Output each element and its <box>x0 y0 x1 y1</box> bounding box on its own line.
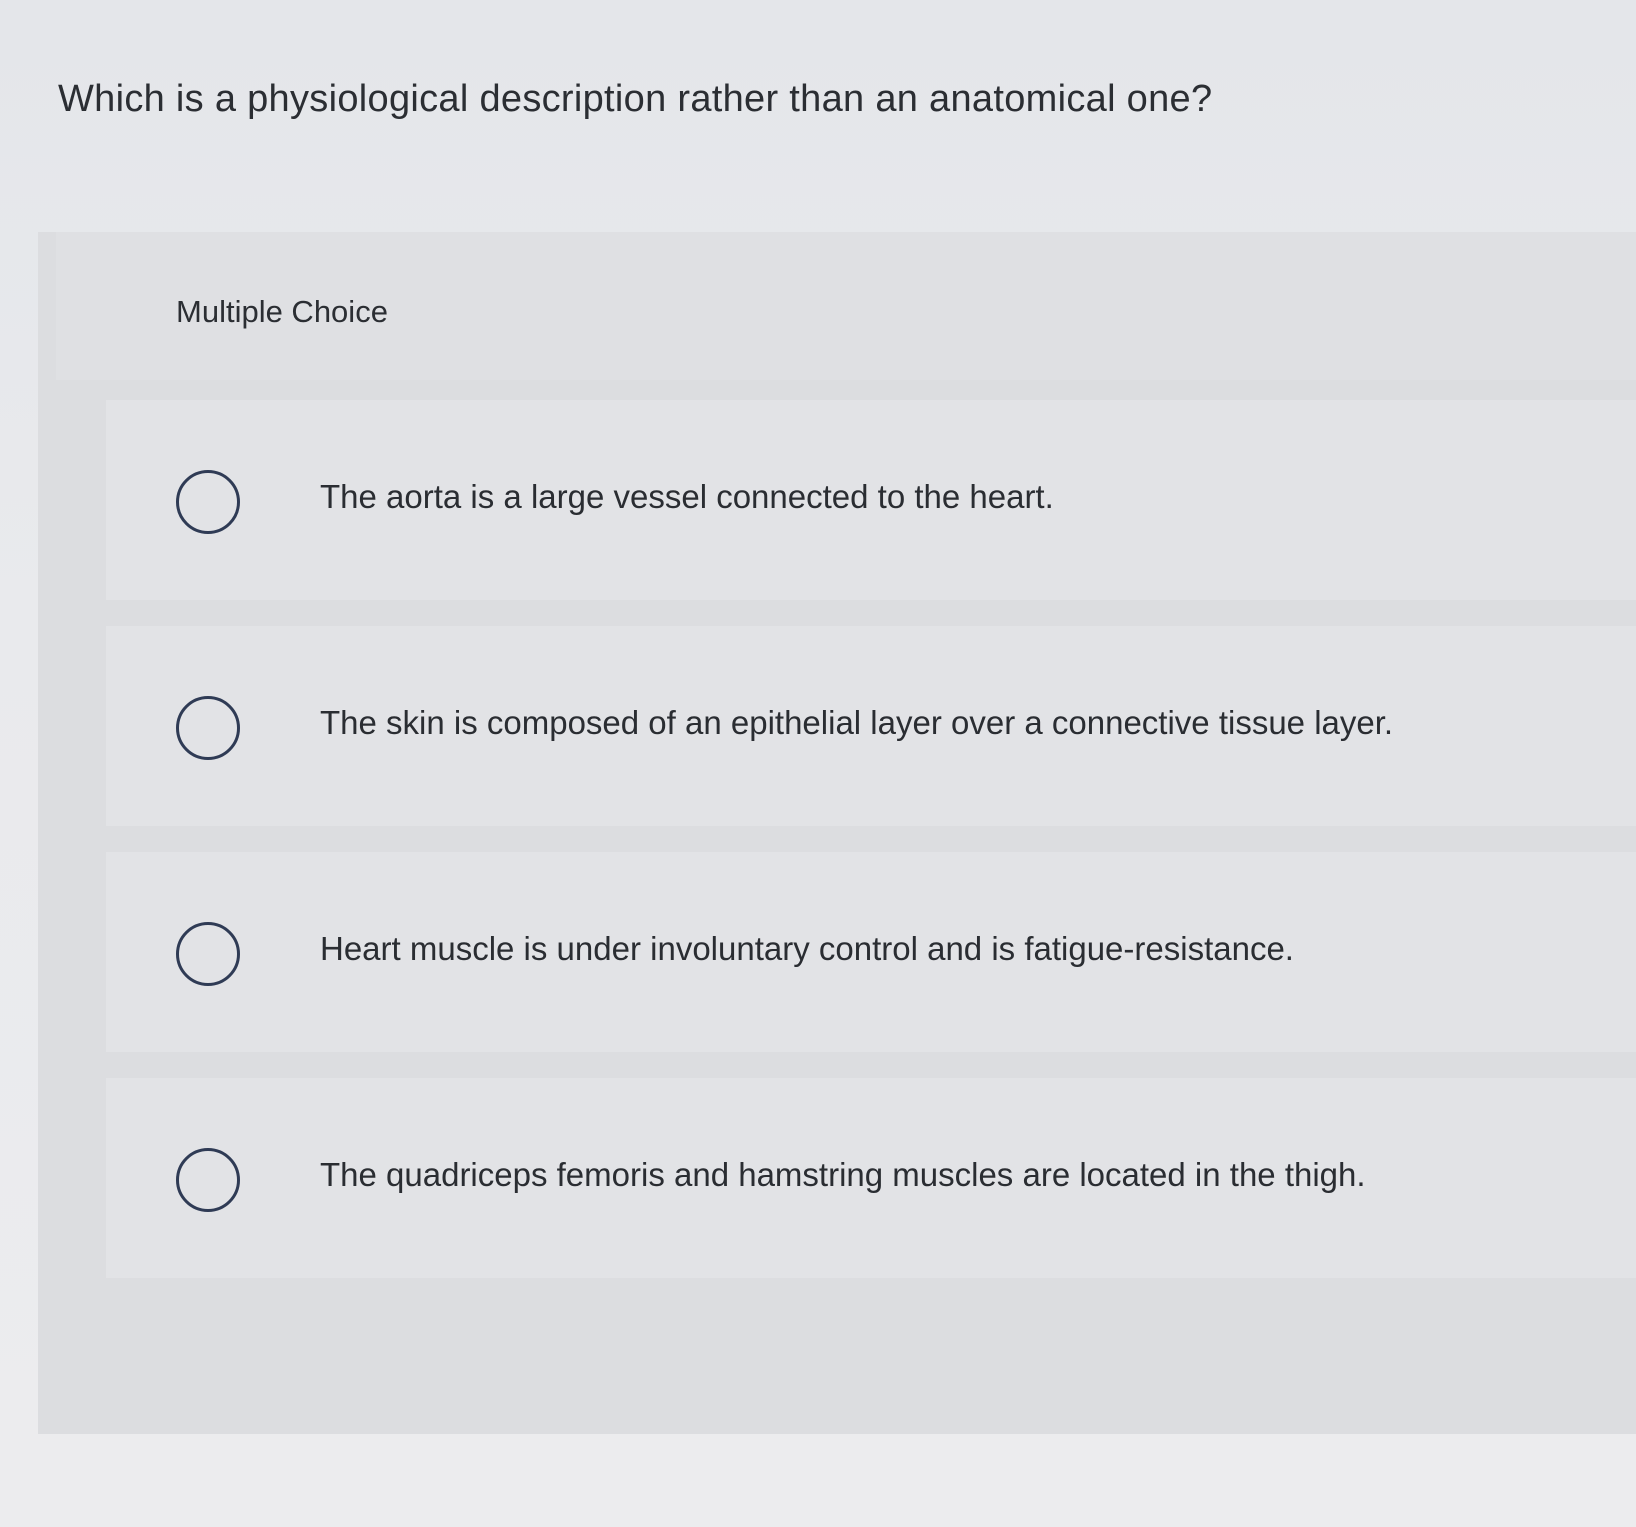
answer-option-label: The quadriceps femoris and hamstring mus… <box>320 1156 1366 1193</box>
answer-option-2[interactable]: The skin is composed of an epithelial la… <box>106 626 1636 826</box>
answer-option-label: The skin is composed of an epithelial la… <box>320 704 1394 741</box>
answer-option-3[interactable]: Heart muscle is under involuntary contro… <box>106 852 1636 1052</box>
answer-options: The aorta is a large vessel connected to… <box>106 400 1636 1304</box>
answer-option-label: The aorta is a large vessel connected to… <box>320 478 1054 515</box>
question-type-label: Multiple Choice <box>176 294 388 329</box>
radio-button-icon[interactable] <box>176 696 240 760</box>
multiple-choice-panel: Multiple Choice The aorta is a large ves… <box>38 232 1636 1434</box>
answer-option-label: Heart muscle is under involuntary contro… <box>320 930 1294 967</box>
radio-button-icon[interactable] <box>176 1148 240 1212</box>
radio-button-icon[interactable] <box>176 922 240 986</box>
answer-option-4[interactable]: The quadriceps femoris and hamstring mus… <box>106 1078 1636 1278</box>
answer-option-1[interactable]: The aorta is a large vessel connected to… <box>106 400 1636 600</box>
question-text: Which is a physiological description rat… <box>58 78 1213 120</box>
radio-button-icon[interactable] <box>176 470 240 534</box>
panel-header: Multiple Choice <box>56 232 1636 380</box>
